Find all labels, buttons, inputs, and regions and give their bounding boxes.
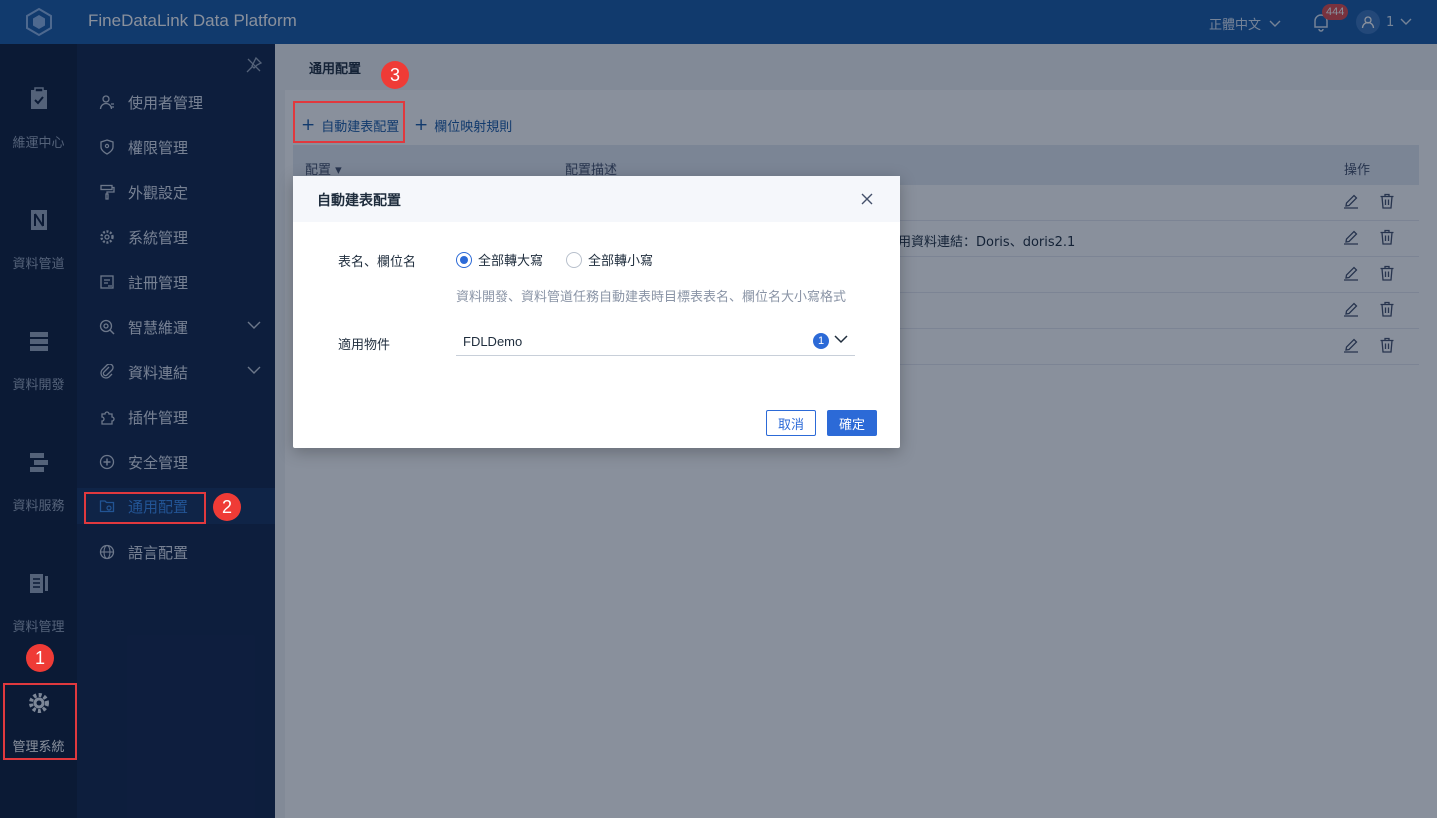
auto-table-dialog: 自動建表配置 表名、欄位名 全部轉大寫 全部轉小寫 資料開發、資料管道任務自動建… [293, 176, 900, 448]
highlight-box-admin [3, 683, 77, 760]
object-select[interactable]: FDLDemo 1 [456, 330, 855, 356]
step-marker-3: 3 [381, 61, 409, 89]
highlight-box-general-config [84, 492, 206, 524]
object-label: 適用物件 [338, 338, 391, 353]
radio-unchecked-icon [566, 251, 582, 268]
radio-checked-icon [456, 251, 472, 268]
radio-lowercase[interactable]: 全部轉小寫 [566, 250, 653, 269]
highlight-box-auto-table [293, 101, 405, 143]
radio-lower-label: 全部轉小寫 [588, 254, 654, 269]
object-value: FDLDemo [463, 334, 523, 349]
close-icon[interactable] [859, 191, 875, 207]
dialog-title: 自動建表配置 [317, 193, 401, 209]
name-case-label: 表名、欄位名 [338, 255, 417, 270]
radio-upper-label: 全部轉大寫 [478, 254, 544, 269]
step-marker-1: 1 [26, 644, 54, 672]
cancel-button[interactable]: 取消 [766, 410, 816, 436]
confirm-button[interactable]: 確定 [827, 410, 877, 436]
step-marker-2: 2 [213, 493, 241, 521]
chevron-down-icon [834, 335, 848, 344]
selected-count-badge: 1 [813, 333, 829, 349]
radio-uppercase[interactable]: 全部轉大寫 [456, 250, 543, 269]
hint-text: 資料開發、資料管道任務自動建表時目標表表名、欄位名大小寫格式 [456, 290, 847, 305]
dialog-header: 自動建表配置 [293, 176, 900, 222]
